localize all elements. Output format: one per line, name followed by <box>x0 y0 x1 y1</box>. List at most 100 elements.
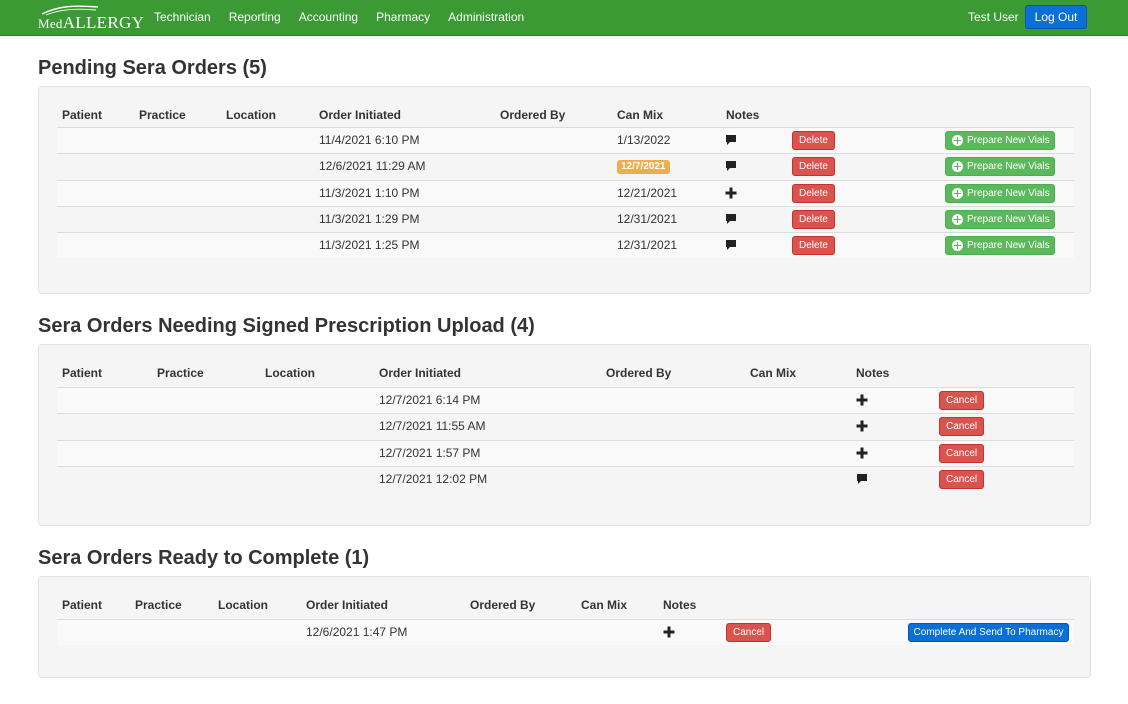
col-notes: Notes <box>663 598 697 612</box>
brand-prefix: Med <box>38 16 63 31</box>
col-order-initiated: Order Initiated <box>319 108 402 122</box>
prepare-new-vials-button[interactable]: Prepare New Vials <box>945 183 1055 203</box>
prepare-new-vials-button[interactable]: Prepare New Vials <box>945 209 1055 229</box>
prepare-label: Prepare New Vials <box>967 161 1050 173</box>
prepare-label: Prepare New Vials <box>967 213 1050 225</box>
table-row: 12/7/2021 11:55 AM Cancel <box>57 413 1074 440</box>
plus-circle-icon <box>952 135 963 146</box>
table-row: 12/6/2021 11:29 AM 12/7/2021 Delete Prepare… <box>57 153 1074 180</box>
col-location: Location <box>265 366 315 380</box>
nav-technician[interactable]: Technician <box>154 0 211 36</box>
ready-title: Sera Orders Ready to Complete (1) <box>38 547 370 569</box>
nav-accounting[interactable]: Accounting <box>299 0 358 36</box>
col-practice: Practice <box>139 108 186 122</box>
cancel-button[interactable]: Cancel <box>726 623 772 642</box>
top-navbar: MedAllergy Technician Reporting Accounti… <box>0 0 1128 36</box>
order-initiated-cell: 12/7/2021 11:55 AM <box>379 419 486 434</box>
pending-table: Patient Practice Location Order Initiate… <box>57 103 1074 263</box>
delete-button[interactable]: Delete <box>792 131 835 150</box>
order-initiated-cell: 11/4/2021 6:10 PM <box>319 133 420 147</box>
ready-panel: Patient Practice Location Order Initiate… <box>38 576 1091 678</box>
cancel-button[interactable]: Cancel <box>939 417 985 437</box>
ready-header-row: Patient Practice Location Order Initiate… <box>57 593 1074 617</box>
pending-header-row: Patient Practice Location Order Initiate… <box>57 103 1074 127</box>
plus-icon[interactable] <box>856 420 868 432</box>
comment-icon[interactable] <box>725 160 737 172</box>
table-row: 12/7/2021 6:14 PM Cancel <box>57 387 1074 413</box>
comment-icon[interactable] <box>725 239 737 251</box>
order-initiated-cell: 12/6/2021 11:29 AM <box>319 159 426 174</box>
can-mix-cell: 12/31/2021 <box>617 211 678 226</box>
plus-icon[interactable] <box>856 447 868 459</box>
order-initiated-cell: 12/7/2021 1:57 PM <box>379 445 481 460</box>
plus-circle-icon <box>952 187 963 199</box>
main-nav: Technician Reporting Accounting Pharmacy… <box>154 0 542 36</box>
order-initiated-cell: 12/6/2021 1:47 PM <box>306 625 408 639</box>
comment-icon[interactable] <box>725 213 737 225</box>
brand-name: Allergy <box>62 13 145 32</box>
needing-header-row: Patient Practice Location Order Initiate… <box>57 361 1074 385</box>
needing-title: Sera Orders Needing Signed Prescription … <box>38 315 535 337</box>
delete-button[interactable]: Delete <box>792 236 835 256</box>
nav-pharmacy[interactable]: Pharmacy <box>376 0 430 36</box>
order-initiated-cell: 11/3/2021 1:29 PM <box>319 211 420 226</box>
table-row: 11/3/2021 1:25 PM 12/31/2021 Delete Prepare… <box>57 232 1074 259</box>
pending-title: Pending Sera Orders (5) <box>38 57 267 79</box>
cancel-button[interactable]: Cancel <box>939 391 985 410</box>
col-can-mix: Can Mix <box>581 598 628 612</box>
logout-button[interactable]: Log Out <box>1025 5 1087 29</box>
col-notes: Notes <box>726 108 760 122</box>
order-initiated-cell: 11/3/2021 1:25 PM <box>319 238 420 253</box>
prepare-label: Prepare New Vials <box>967 135 1050 146</box>
col-patient: Patient <box>62 108 103 122</box>
complete-and-send-button[interactable]: Complete And Send To Pharmacy <box>908 623 1069 642</box>
nav-administration[interactable]: Administration <box>448 0 524 36</box>
can-mix-cell: 1/13/2022 <box>617 133 671 147</box>
col-ordered-by: Ordered By <box>606 366 672 380</box>
cancel-button[interactable]: Cancel <box>939 469 985 489</box>
pending-panel: Patient Practice Location Order Initiate… <box>38 86 1091 294</box>
col-location: Location <box>218 598 268 612</box>
plus-circle-icon <box>952 240 963 252</box>
can-mix-cell: 12/21/2021 <box>617 185 678 200</box>
delete-button[interactable]: Delete <box>792 183 835 203</box>
col-order-initiated: Order Initiated <box>306 598 389 612</box>
col-ordered-by: Ordered By <box>470 598 536 612</box>
current-user[interactable]: Test User <box>968 0 1019 34</box>
col-location: Location <box>226 108 276 122</box>
can-mix-cell: 12/31/2021 <box>617 238 678 253</box>
table-row: 11/4/2021 6:10 PM 1/13/2022 Delete Prepare … <box>57 127 1074 153</box>
col-practice: Practice <box>157 366 204 380</box>
col-practice: Practice <box>135 598 182 612</box>
col-order-initiated: Order Initiated <box>379 366 462 380</box>
medallergy-logo[interactable]: MedAllergy <box>38 5 144 32</box>
plus-icon[interactable] <box>663 626 675 638</box>
plus-icon[interactable] <box>725 187 737 199</box>
table-row: 11/3/2021 1:29 PM 12/31/2021 Delete Prepare… <box>57 205 1074 232</box>
order-initiated-cell: 11/3/2021 1:10 PM <box>319 185 420 200</box>
table-row: 12/7/2021 1:57 PM Cancel <box>57 439 1074 466</box>
prepare-new-vials-button[interactable]: Prepare New Vials <box>945 131 1055 150</box>
delete-button[interactable]: Delete <box>792 209 835 229</box>
cancel-button[interactable]: Cancel <box>939 443 985 463</box>
comment-icon[interactable] <box>856 473 868 485</box>
col-patient: Patient <box>62 366 103 380</box>
prepare-label: Prepare New Vials <box>967 187 1050 199</box>
plus-icon[interactable] <box>856 394 868 406</box>
prepare-new-vials-button[interactable]: Prepare New Vials <box>945 157 1055 177</box>
comment-icon[interactable] <box>725 134 737 146</box>
table-row: 12/6/2021 1:47 PM Cancel Complete And Send… <box>57 619 1074 645</box>
col-ordered-by: Ordered By <box>500 108 566 122</box>
prepare-new-vials-button[interactable]: Prepare New Vials <box>945 236 1055 256</box>
col-patient: Patient <box>62 598 103 612</box>
col-notes: Notes <box>856 366 890 380</box>
plus-circle-icon <box>952 213 963 225</box>
needing-panel: Patient Practice Location Order Initiate… <box>38 344 1091 526</box>
order-initiated-cell: 12/7/2021 12:02 PM <box>379 471 488 486</box>
table-row: 11/3/2021 1:10 PM 12/21/2021 Delete Prepare… <box>57 179 1074 206</box>
delete-button[interactable]: Delete <box>792 157 835 177</box>
nav-reporting[interactable]: Reporting <box>229 0 281 36</box>
ready-table: Patient Practice Location Order Initiate… <box>57 593 1074 647</box>
col-can-mix: Can Mix <box>617 108 664 122</box>
prepare-label: Prepare New Vials <box>967 240 1050 252</box>
